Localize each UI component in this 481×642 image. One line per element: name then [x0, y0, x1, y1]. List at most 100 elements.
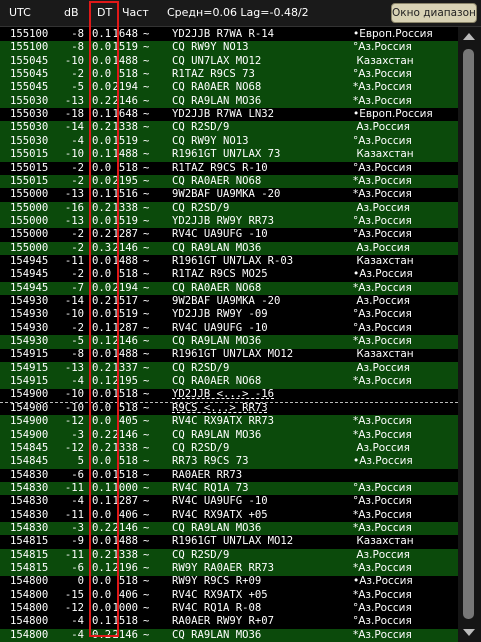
decode-row[interactable]: 154915 -4 0.1 2195 ~ CQ RA0AER NO68 *Аз.Россия [0, 375, 458, 389]
decode-row[interactable]: 154800 -4 0.1 1518 ~ RA0AER RW9Y R+07 °Аз.Росс… [0, 615, 458, 629]
row-utc: 154930 [10, 308, 49, 321]
row-separator: ~ [143, 535, 150, 548]
row-separator: ~ [143, 281, 150, 294]
row-country: Аз.Россия [353, 241, 410, 254]
row-dt: 0.0 [92, 174, 112, 187]
row-separator: ~ [143, 548, 150, 561]
row-dt: 0.2 [92, 94, 112, 107]
decode-row[interactable]: 154900 -10 0.0 518 ~ R9CS <...> RR73 [0, 402, 458, 417]
row-separator: ~ [143, 28, 150, 40]
decode-row[interactable]: 155045 -2 0.0 518 ~ R1TAZ R9CS 73 °Аз.Россия [0, 68, 458, 82]
decode-row[interactable]: 155100 -8 0.1 1648 ~ YD2JJB R7WA R-14 •Европ.Р… [0, 28, 458, 42]
row-dt: 0.3 [92, 241, 112, 254]
decode-row[interactable]: 154815 -11 0.2 1338 ~ CQ R2SD/9 Аз.Россия [0, 548, 458, 563]
decode-row[interactable]: 154845 5 0.0 518 ~ RR73 R9CS 73 •Аз.Россия [0, 455, 458, 469]
row-country: °Аз.Россия [353, 495, 412, 508]
row-country: *Аз.Россия [353, 628, 412, 641]
row-utc: 154900 [10, 401, 49, 414]
decode-row[interactable]: 154945 -2 0.0 518 ~ R1TAZ R9CS MO25 •Аз.Россия [0, 268, 458, 282]
decode-row[interactable]: 154945 -11 0.0 1488 ~ R1961GT UN7LAX R-03 Каз… [0, 255, 458, 269]
decode-row[interactable]: 155000 -2 0.2 1287 ~ RV4C UA9UFG -10 °Аз.Росси… [0, 228, 458, 242]
row-freq: 1488 [112, 348, 138, 361]
row-dt: 0.0 [92, 161, 112, 174]
decode-row[interactable]: 154945 -7 0.0 2194 ~ CQ RA0AER NO68 *Аз.Россия [0, 281, 458, 296]
row-dt: 0.2 [92, 121, 112, 134]
row-dt: 0.0 [92, 41, 112, 54]
decode-row[interactable]: 154900 -10 0.0 1518 ~ YD2JJB <...> -16 [0, 388, 458, 403]
decode-row[interactable]: 154815 -6 0.1 2196 ~ RW9Y RA0AER RR73 *Аз.Росс… [0, 562, 458, 576]
row-separator: ~ [143, 321, 150, 334]
row-country: Аз.Россия [353, 295, 410, 307]
row-message: 9W2BAF UA9MKA -20 [172, 188, 281, 201]
row-db: -13 [64, 188, 84, 201]
decode-row[interactable]: 154900 -12 0.0 405 ~ RV4C RX9ATX RR73 *Аз.Росс… [0, 415, 458, 429]
decode-row[interactable]: 154930 -10 0.0 1519 ~ YD2JJB RW9Y -09 °Аз.Росс… [0, 308, 458, 322]
row-message: RR73 R9CS 73 [172, 455, 249, 468]
row-dt: 0.1 [92, 188, 112, 201]
row-country: *Аз.Россия [353, 94, 412, 107]
row-message: R1TAZ R9CS R-10 [172, 161, 268, 174]
row-separator: ~ [143, 81, 150, 94]
row-message: 9W2BAF UA9MKA -20 [172, 295, 281, 307]
decode-list[interactable]: 155100 -8 0.1 1648 ~ YD2JJB R7WA R-14 •Европ.Р… [0, 28, 458, 642]
decode-row[interactable]: 154830 -4 0.1 1287 ~ RV4C UA9UFG -10 °Аз.Росси… [0, 495, 458, 509]
decode-row[interactable]: 154800 -4 0.2 2146 ~ CQ RA9LAN MO36 *Аз.Россия [0, 628, 458, 642]
decode-row[interactable]: 155015 -2 0.0 2195 ~ CQ RA0AER NO68 *Аз.Россия [0, 174, 458, 189]
decode-row[interactable]: 155000 -13 0.1 1516 ~9W2BAF UA9MKA -20 *Аз.Ро… [0, 188, 458, 202]
decode-row[interactable]: 155015 -10 0.1 1488 ~ R1961GT UN7LAX 73 Казах… [0, 148, 458, 162]
decode-row[interactable]: 154830 -6 0.0 1518 ~ RA0AER RR73 [0, 469, 458, 483]
decode-row[interactable]: 154915 -13 0.2 1337 ~ CQ R2SD/9 Аз.Россия [0, 361, 458, 376]
decode-row[interactable]: 154830 -3 0.2 2146 ~ CQ RA9LAN MO36 *Аз.Россия [0, 521, 458, 536]
decode-row[interactable]: 155045 -5 0.0 2194 ~ CQ RA0AER NO68 *Аз.Россия [0, 81, 458, 95]
decode-row[interactable]: 154930 -14 0.2 1517 ~9W2BAF UA9MKA -20 Аз.Ро… [0, 295, 458, 309]
decode-row[interactable]: 155000 -2 0.3 2146 ~ CQ RA9LAN MO36 Аз.Россия [0, 241, 458, 256]
row-message: CQ R2SD/9 [172, 361, 230, 374]
scroll-up-arrow-icon[interactable] [463, 33, 475, 40]
vertical-scrollbar[interactable] [458, 27, 481, 642]
row-utc: 154830 [10, 481, 49, 494]
decode-row[interactable]: 154915 -8 0.0 1488 ~ R1961GT UN7LAX MO12 Каза… [0, 348, 458, 362]
decode-row[interactable]: 154845 -12 0.2 1338 ~ CQ R2SD/9 Аз.Россия [0, 441, 458, 456]
row-country: Казахстан [353, 148, 414, 161]
decode-row[interactable]: 154800 -15 0.0 406 ~ RV4C RX9ATX +05 *Аз.Росси… [0, 589, 458, 603]
row-message: RV4C RX9ATX +05 [172, 508, 268, 521]
row-message: RW9Y RA0AER RR73 [172, 562, 275, 574]
row-dt: 0.2 [92, 201, 112, 214]
decode-row[interactable]: 154830 -11 0.1 1000 ~ RV4C RQ1A 73 °Аз.Россия [0, 481, 458, 496]
decode-row[interactable]: 155045 -10 0.0 1488 ~ CQ UN7LAX MO12 Казахста… [0, 54, 458, 69]
decode-row[interactable]: 155030 -13 0.2 2146 ~ CQ RA9LAN MO36 *Аз.Росси… [0, 94, 458, 109]
row-dt: 0.1 [92, 321, 112, 334]
band-activity-window-button[interactable]: Окно диапазона [391, 3, 477, 23]
row-utc: 155000 [10, 201, 49, 214]
row-message: R9CS <...> RR73 [172, 401, 268, 414]
row-db: -18 [64, 108, 84, 121]
row-utc: 155000 [10, 228, 49, 241]
decode-row[interactable]: 155015 -2 0.0 518 ~ R1TAZ R9CS R-10 °Аз.Россия [0, 162, 458, 176]
row-db: -15 [64, 588, 84, 601]
row-freq: 2195 [112, 174, 138, 187]
row-message: CQ RA0AER NO68 [172, 174, 262, 187]
row-separator: ~ [143, 268, 150, 281]
decode-row[interactable]: 155100 -8 0.0 1519 ~ CQ RW9Y NO13 °Аз.Россия [0, 41, 458, 55]
decode-row[interactable]: 154800 0 0.0 518 ~ RW9Y R9CS R+09 •Аз.Россия [0, 575, 458, 589]
decode-row[interactable]: 154830 -11 0.0 406 ~ RV4C RX9ATX +05 *Аз.Росси… [0, 509, 458, 523]
decode-row[interactable]: 154930 -5 0.1 2146 ~ CQ RA9LAN MO36 *Аз.Россия [0, 335, 458, 349]
decode-row[interactable]: 155030 -14 0.2 1338 ~ CQ R2SD/9 Аз.Россия [0, 121, 458, 135]
decode-row[interactable]: 155000 -13 0.0 1519 ~ YD2JJB RW9Y RR73 °Аз.Рос… [0, 214, 458, 229]
decode-row[interactable]: 155000 -16 0.2 1338 ~ CQ R2SD/9 Аз.Россия [0, 201, 458, 216]
scroll-down-arrow-icon[interactable] [463, 629, 475, 636]
decode-row[interactable]: 155030 -4 0.0 1519 ~ CQ RW9Y NO13 °Аз.Россия [0, 134, 458, 149]
decode-row[interactable]: 154900 -3 0.2 2146 ~ CQ RA9LAN MO36 *Аз.Россия [0, 428, 458, 442]
row-dt: 0.1 [92, 108, 112, 121]
decode-row[interactable]: 155030 -18 0.1 1648 ~ YD2JJB R7WA LN32 •Европ.… [0, 108, 458, 122]
decode-row[interactable]: 154815 -9 0.0 1488 ~ R1961GT UN7LAX MO12 Каза… [0, 535, 458, 549]
row-message: YD2JJB R7WA R-14 [172, 28, 275, 40]
row-dt: 0.2 [92, 228, 112, 241]
row-db: -12 [64, 415, 84, 428]
row-message: CQ UN7LAX MO12 [172, 54, 262, 67]
scrollbar-thumb[interactable] [463, 49, 474, 619]
decode-row[interactable]: 154930 -2 0.1 1287 ~ RV4C UA9UFG -10 °Аз.Росси… [0, 322, 458, 336]
row-message: CQ R2SD/9 [172, 121, 230, 134]
row-db: -6 [71, 468, 84, 481]
decode-row[interactable]: 154800 -12 0.0 1000 ~ RV4C RQ1A R-08 °Аз.Росси… [0, 602, 458, 616]
